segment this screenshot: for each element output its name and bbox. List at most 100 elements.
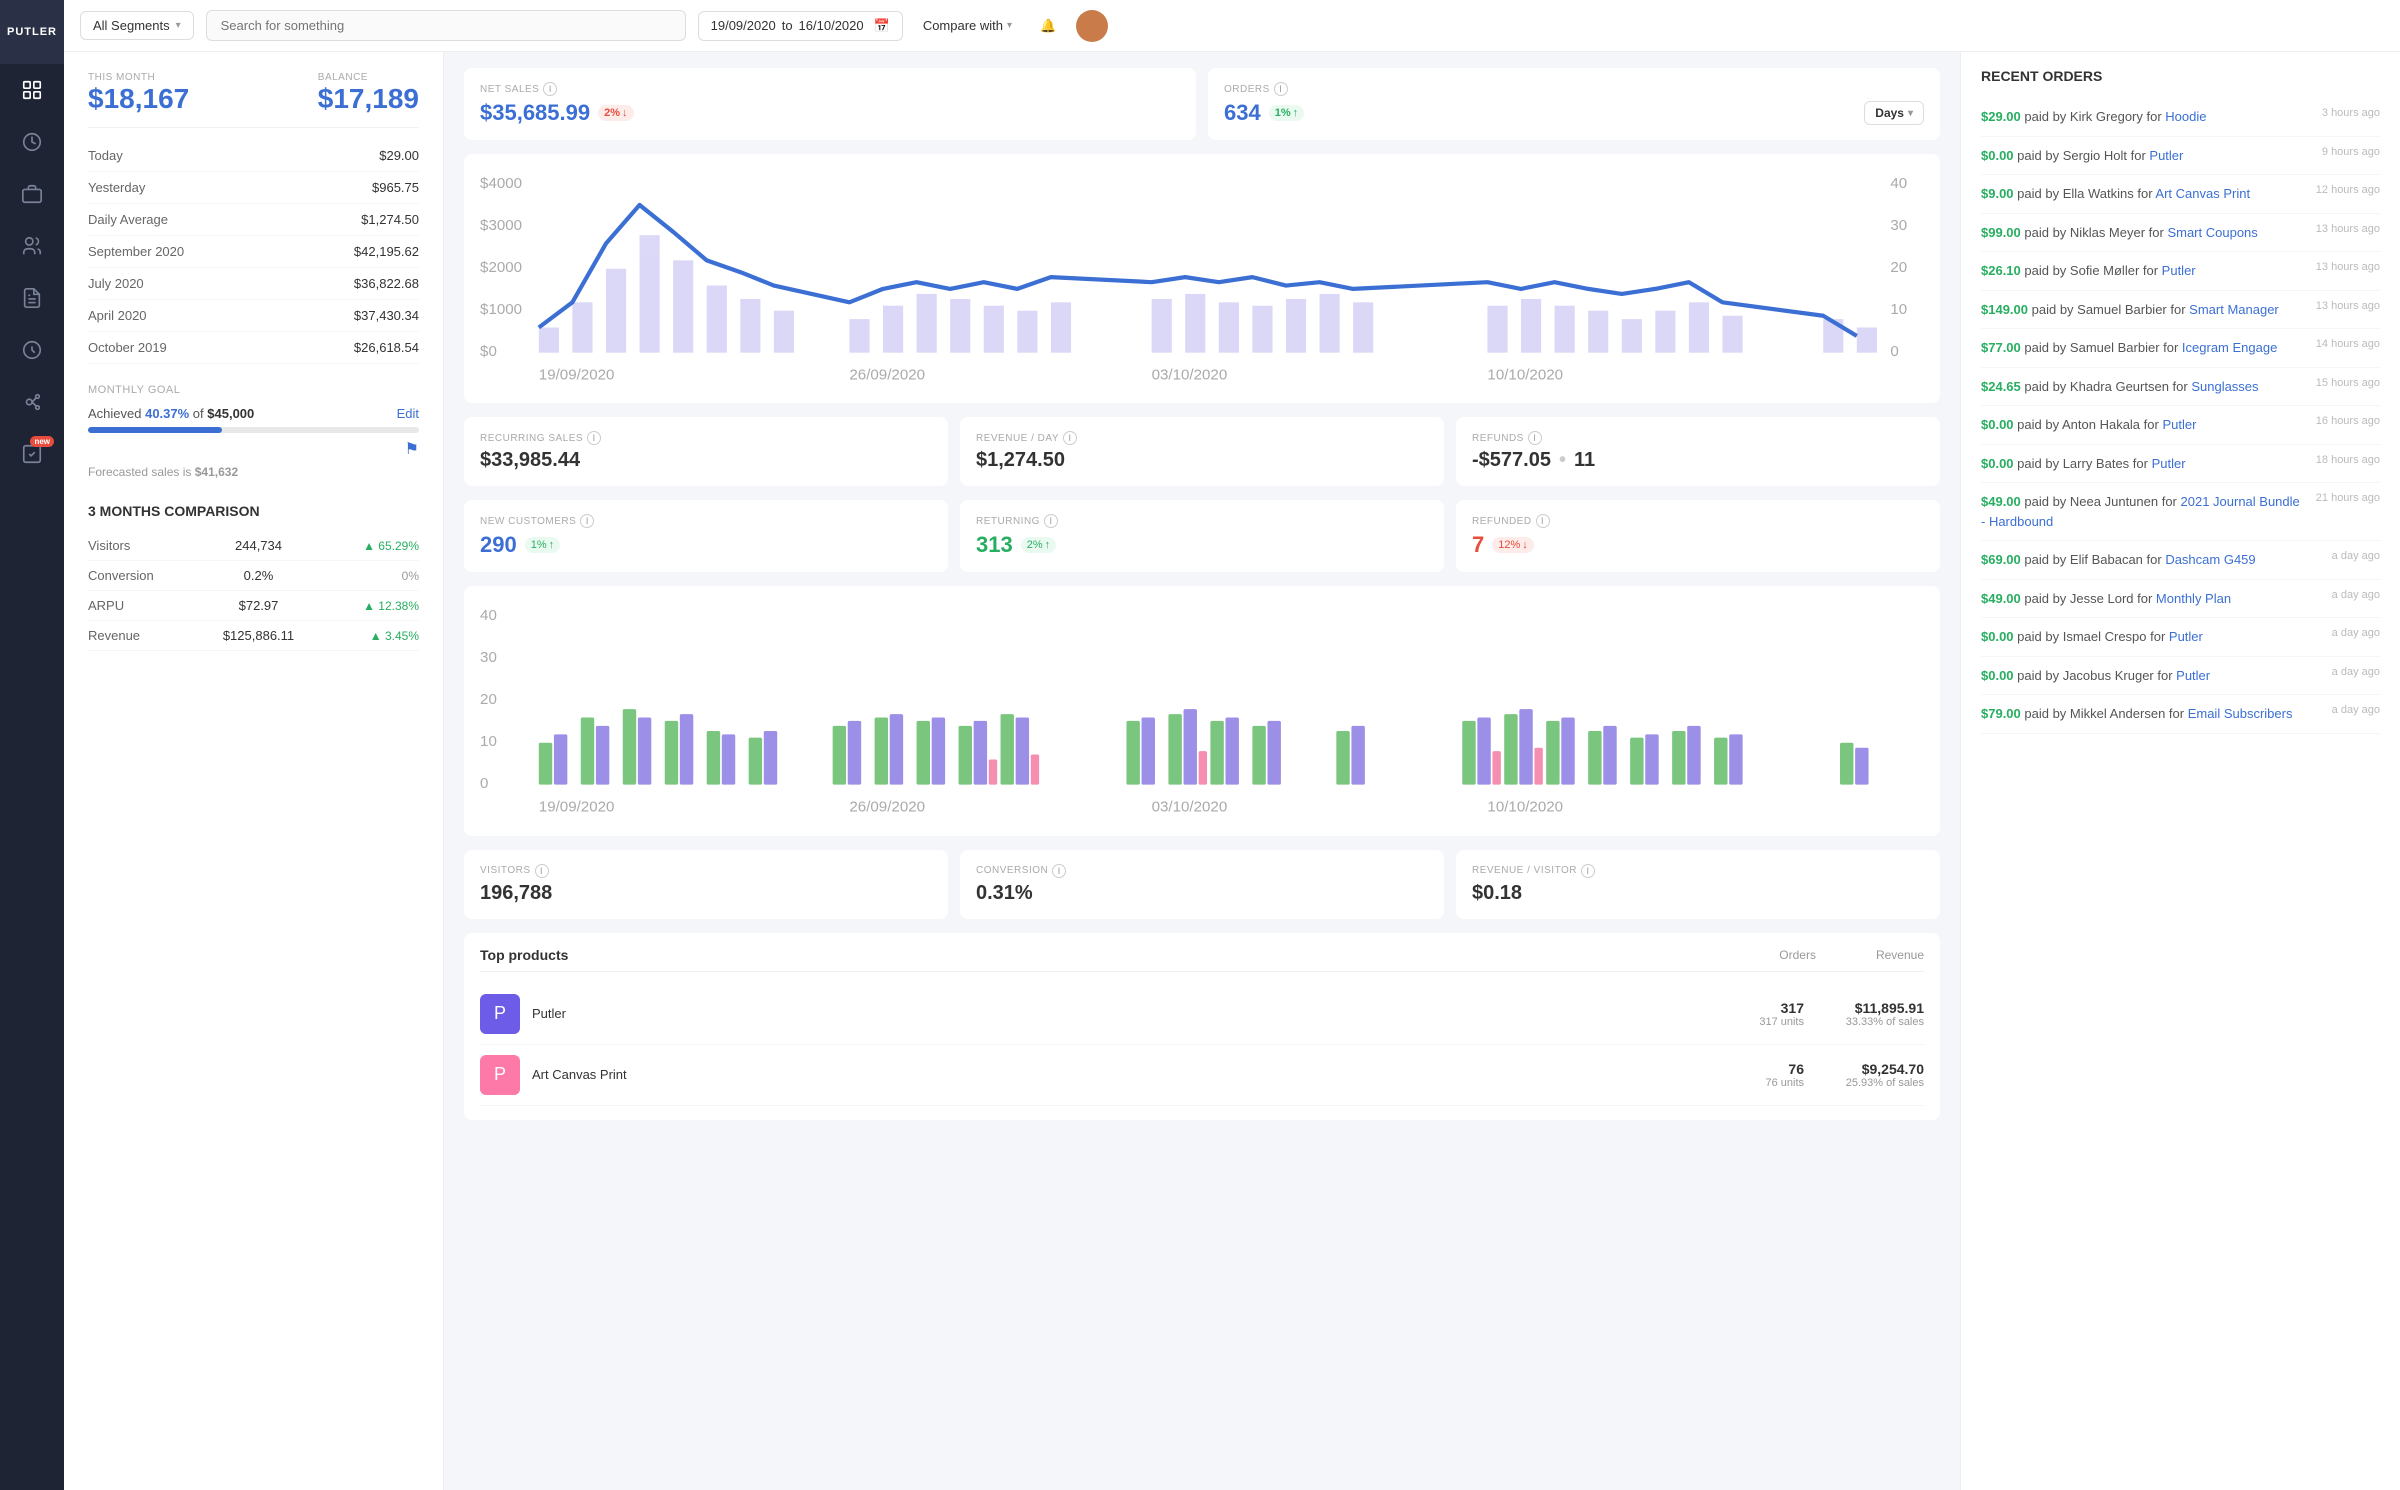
progress-bar-fill [88,427,222,433]
search-input[interactable] [206,10,686,41]
user-avatar[interactable] [1076,10,1108,42]
recurring-info-icon[interactable]: i [587,431,601,445]
svg-text:$0: $0 [480,343,497,360]
product-row: P Putler 317 317 units $11,895.91 33.33%… [480,984,1924,1045]
recent-orders-title: RECENT ORDERS [1981,68,2380,84]
conversion-value: 0.31% [976,882,1428,905]
stat-rows: Today$29.00Yesterday$965.75Daily Average… [88,140,419,364]
comparison-row: Revenue $125,886.11 ▲ 3.45% [88,621,419,651]
product-thumbnail: P [480,994,520,1034]
product-row: P Art Canvas Print 76 76 units $9,254.70… [480,1045,1924,1106]
visitors-value: 196,788 [480,882,932,905]
svg-text:03/10/2020: 03/10/2020 [1152,799,1228,816]
orders-info-icon[interactable]: i [1274,82,1288,96]
order-rows: $29.00 paid by Kirk Gregory for Hoodie 3… [1981,98,2380,734]
stat-row: April 2020$37,430.34 [88,300,419,332]
sidebar-item-customers[interactable] [0,220,64,272]
refunded-card: REFUNDED i 7 12% ↓ [1456,500,1940,572]
conversion-info-icon[interactable]: i [1052,864,1066,878]
returning-value: 313 [976,532,1013,558]
top-products-section: Top products Orders Revenue P Putler 317… [464,933,1940,1120]
divider [88,127,419,128]
comparison-row: ARPU $72.97 ▲ 12.38% [88,591,419,621]
order-row: $69.00 paid by Elif Babacan for Dashcam … [1981,541,2380,580]
refunded-info-icon[interactable]: i [1536,514,1550,528]
conversion-card: CONVERSION i 0.31% [960,850,1444,919]
svg-text:20: 20 [480,691,497,708]
revenue-day-info-icon[interactable]: i [1063,431,1077,445]
recurring-value: $33,985.44 [480,449,932,472]
revenue-visitor-card: REVENUE / VISITOR i $0.18 [1456,850,1940,919]
stat-row: Yesterday$965.75 [88,172,419,204]
order-row: $0.00 paid by Jacobus Kruger for Putler … [1981,657,2380,696]
svg-text:0: 0 [1890,343,1898,360]
revenue-visitor-info-icon[interactable]: i [1581,864,1595,878]
comparison-section: 3 MONTHS COMPARISON Visitors 244,734 ▲ 6… [88,503,419,651]
svg-text:03/10/2020: 03/10/2020 [1152,367,1228,384]
sidebar-item-affiliates[interactable] [0,376,64,428]
svg-text:0: 0 [480,775,488,792]
refunds-info-icon[interactable]: i [1528,431,1542,445]
revenue-visitor-value: $0.18 [1472,882,1924,905]
order-row: $0.00 paid by Sergio Holt for Putler 9 h… [1981,137,2380,176]
middle-panel: NET SALES i $35,685.99 2% ↓ ORDERS i [444,52,1960,1490]
col-revenue-label: Revenue [1876,948,1924,962]
goal-pct: 40.37% [145,406,189,421]
customer-chart-svg: 40 30 20 10 0 [480,600,1924,818]
chevron-down-icon: ▾ [1007,20,1012,31]
new-customers-value: 290 [480,532,517,558]
order-row: $79.00 paid by Mikkel Andersen for Email… [1981,695,2380,734]
segment-select[interactable]: All Segments ▾ [80,11,194,40]
calendar-icon: 📅 [874,18,890,34]
date-range-picker[interactable]: 19/09/2020 to 16/10/2020 📅 [698,11,903,41]
svg-text:20: 20 [1890,259,1907,276]
sub-metrics-row: RECURRING SALES i $33,985.44 REVENUE / D… [464,417,1940,486]
sidebar-item-goals[interactable]: new [0,428,64,480]
stats-header: THIS MONTH $18,167 BALANCE $17,189 [88,72,419,115]
goal-edit-button[interactable]: Edit [397,406,419,421]
order-row: $99.00 paid by Niklas Meyer for Smart Co… [1981,214,2380,253]
visitor-metrics-row: VISITORS i 196,788 CONVERSION i 0.31% RE… [464,850,1940,919]
sidebar-logo: PUTLER [0,0,64,64]
main-chart: $4000 $3000 $2000 $1000 $0 40 30 20 10 0 [464,154,1940,403]
sidebar-item-products[interactable] [0,168,64,220]
stat-row: Today$29.00 [88,140,419,172]
recurring-sales-card: RECURRING SALES i $33,985.44 [464,417,948,486]
monthly-goal-section: MONTHLY GOAL Achieved 40.37% of $45,000 … [88,384,419,479]
visitors-card: VISITORS i 196,788 [464,850,948,919]
sidebar-item-analytics[interactable] [0,324,64,376]
svg-text:30: 30 [1890,217,1907,234]
revenue-day-value: $1,274.50 [976,449,1428,472]
net-sales-info-icon[interactable]: i [543,82,557,96]
svg-text:26/09/2020: 26/09/2020 [849,367,925,384]
balance-label: BALANCE [318,72,419,83]
product-rows: P Putler 317 317 units $11,895.91 33.33%… [480,984,1924,1106]
sidebar-item-dashboard[interactable] [0,64,64,116]
top-products-header: Top products Orders Revenue [480,947,1924,972]
new-customers-info-icon[interactable]: i [580,514,594,528]
stat-row: October 2019$26,618.54 [88,332,419,364]
net-sales-value: $35,685.99 [480,100,590,126]
notification-bell-icon[interactable]: 🔔 [1040,18,1056,34]
goal-row: Achieved 40.37% of $45,000 Edit [88,406,419,421]
visitors-info-icon[interactable]: i [535,864,549,878]
stat-row: July 2020$36,822.68 [88,268,419,300]
flag-icon: ⚑ [405,439,419,459]
sidebar-item-sales[interactable] [0,116,64,168]
returning-info-icon[interactable]: i [1044,514,1058,528]
svg-text:$3000: $3000 [480,217,522,234]
orders-card: ORDERS i 634 1% ↑ Days ▾ [1208,68,1940,140]
orders-value: 634 [1224,100,1261,126]
order-row: $0.00 paid by Larry Bates for Putler 18 … [1981,445,2380,484]
refunded-value: 7 [1472,532,1484,558]
order-row: $26.10 paid by Sofie Møller for Putler 1… [1981,252,2380,291]
days-button[interactable]: Days ▾ [1864,101,1924,125]
balance-value: $17,189 [318,83,419,115]
compare-with-button[interactable]: Compare with ▾ [915,12,1020,39]
orders-badge: 1% ↑ [1269,105,1304,121]
sidebar-item-reports[interactable] [0,272,64,324]
progress-bar [88,427,419,433]
order-row: $29.00 paid by Kirk Gregory for Hoodie 3… [1981,98,2380,137]
net-sales-badge: 2% ↓ [598,105,633,121]
svg-text:19/09/2020: 19/09/2020 [539,799,615,816]
